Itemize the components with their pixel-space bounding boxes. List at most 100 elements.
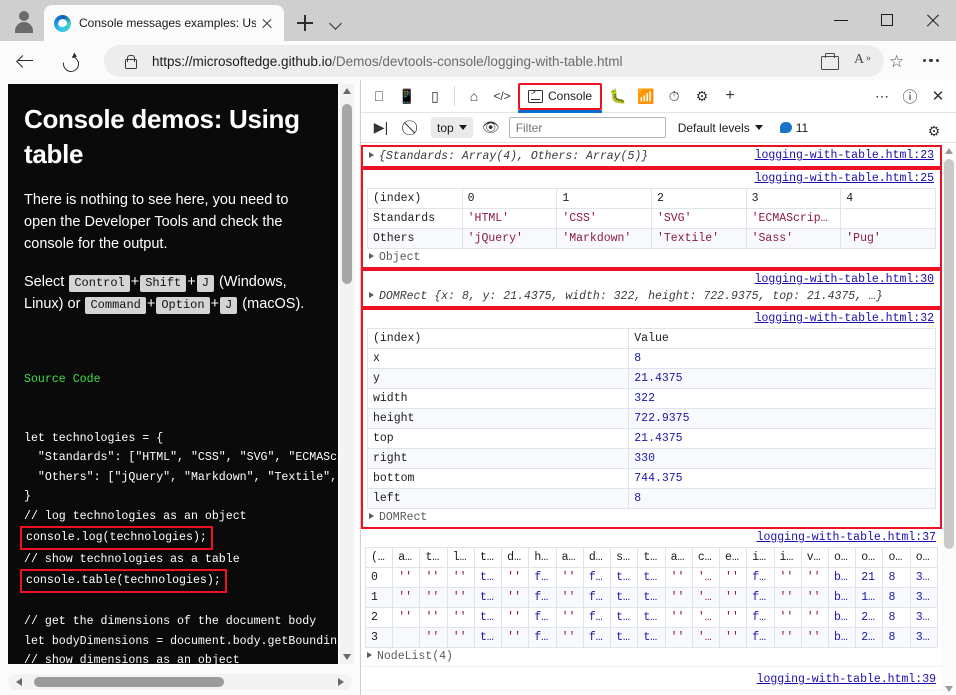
new-tab-button[interactable] bbox=[292, 10, 318, 36]
page-vertical-scrollbar[interactable] bbox=[340, 84, 354, 664]
more-options-dots-icon[interactable]: ⋯ bbox=[868, 83, 896, 109]
profile-button[interactable] bbox=[8, 5, 40, 37]
device-emulation-icon[interactable]: 📱 bbox=[393, 83, 421, 109]
expand-triangle-icon[interactable] bbox=[369, 292, 374, 298]
close-devtools-icon[interactable]: ✕ bbox=[924, 83, 952, 109]
filter-input[interactable] bbox=[508, 117, 666, 138]
source-link[interactable]: logging-with-table.html:32 bbox=[755, 312, 934, 325]
table-column-header[interactable]: o… bbox=[909, 547, 939, 568]
table-column-header[interactable]: d… bbox=[582, 547, 612, 568]
table-column-header[interactable]: 2 bbox=[650, 188, 747, 209]
eye-live-expression-icon[interactable]: 👁 bbox=[477, 115, 505, 141]
table-column-header[interactable]: o… bbox=[827, 547, 857, 568]
address-bar[interactable]: https://microsoftedge.github.io/Demos/de… bbox=[104, 45, 884, 77]
favorite-button[interactable]: ☆ bbox=[880, 45, 914, 77]
inspect-element-icon[interactable]: ⎕ bbox=[365, 83, 393, 109]
read-aloud-button[interactable]: A» bbox=[846, 45, 880, 77]
maximize-button[interactable] bbox=[864, 0, 910, 41]
browser-tab[interactable]: Console messages examples: Usi bbox=[44, 5, 284, 41]
clear-console-icon[interactable]: ⃠ bbox=[399, 115, 427, 141]
table-column-header[interactable]: 3 bbox=[745, 188, 842, 209]
table-footer-row[interactable]: Object bbox=[363, 249, 940, 267]
console-message[interactable]: DOMRect {x: 8, y: 21.4375, width: 322, h… bbox=[361, 269, 942, 308]
table-column-header[interactable]: Value bbox=[628, 328, 936, 349]
collections-button[interactable] bbox=[812, 45, 846, 77]
table-column-header[interactable]: t… bbox=[419, 547, 448, 568]
table-column-header[interactable]: t… bbox=[637, 547, 666, 568]
table-column-header[interactable]: 4 bbox=[840, 188, 936, 209]
source-link[interactable]: logging-with-table.html:30 bbox=[755, 273, 934, 286]
table-column-header[interactable]: i… bbox=[773, 547, 802, 568]
source-link[interactable]: logging-with-table.html:37 bbox=[757, 531, 936, 544]
scrollbar-thumb-horizontal[interactable] bbox=[34, 677, 224, 687]
settings-chip-icon[interactable]: ⚙ bbox=[688, 83, 716, 109]
close-icon[interactable] bbox=[256, 12, 278, 34]
expand-triangle-icon[interactable] bbox=[369, 152, 374, 158]
console-message[interactable]: (index) 0 1 2 3 4 Standards 'HTML' 'CSS' 'SVG' 'EC… bbox=[361, 168, 942, 269]
console-message[interactable]: logging-with-table.html:39 bbox=[361, 667, 942, 691]
network-wifi-icon[interactable]: 📶 bbox=[632, 83, 660, 109]
close-window-button[interactable] bbox=[910, 0, 956, 41]
console-sidebar-icon[interactable]: ▶| bbox=[367, 115, 395, 141]
scroll-down-arrow-icon[interactable] bbox=[945, 686, 953, 692]
table-column-header[interactable]: h… bbox=[528, 547, 557, 568]
console-message[interactable]: {Standards: Array(4), Others: Array(5)} l… bbox=[361, 145, 942, 168]
console-vertical-scrollbar[interactable] bbox=[942, 145, 956, 695]
scrollbar-thumb[interactable] bbox=[342, 104, 352, 284]
table-column-header[interactable]: o… bbox=[855, 547, 884, 568]
context-selector[interactable]: top bbox=[431, 117, 473, 138]
table-column-header[interactable]: 0 bbox=[461, 188, 558, 209]
source-link[interactable]: logging-with-table.html:23 bbox=[755, 149, 934, 162]
table-column-header[interactable]: i… bbox=[746, 547, 775, 568]
reload-button[interactable] bbox=[56, 49, 86, 79]
debugger-bug-icon[interactable]: 🐛 bbox=[604, 83, 632, 109]
home-icon[interactable]: ⌂ bbox=[460, 83, 488, 109]
scroll-down-arrow-icon[interactable] bbox=[343, 654, 351, 660]
tab-list-dropdown-button[interactable] bbox=[324, 10, 350, 36]
table-column-header[interactable]: 1 bbox=[556, 188, 652, 209]
performance-gauge-icon[interactable]: ⏱ bbox=[660, 83, 688, 109]
tab-console[interactable]: Console bbox=[518, 82, 603, 113]
object-preview-row[interactable]: DOMRect {x: 8, y: 21.4375, width: 322, h… bbox=[363, 287, 940, 306]
expand-triangle-icon[interactable] bbox=[367, 652, 372, 658]
table-column-header[interactable]: l… bbox=[446, 547, 475, 568]
table-column-header[interactable]: t… bbox=[473, 547, 503, 568]
table-column-header[interactable]: c… bbox=[691, 547, 721, 568]
expand-triangle-icon[interactable] bbox=[369, 513, 374, 519]
console-message[interactable]: (index) Value x 8 y 21.4375 width 322 height 722.… bbox=[361, 308, 942, 529]
minimize-button[interactable] bbox=[818, 0, 864, 41]
page-horizontal-scrollbar[interactable] bbox=[8, 674, 352, 690]
table-column-header[interactable]: (… bbox=[364, 547, 394, 568]
log-levels-dropdown[interactable]: Default levels bbox=[678, 121, 763, 135]
settings-more-button[interactable] bbox=[914, 45, 948, 77]
dock-side-icon[interactable]: ▯ bbox=[421, 83, 449, 109]
table-column-header[interactable]: a… bbox=[664, 547, 693, 568]
help-question-icon[interactable]: ⓘ bbox=[896, 83, 924, 109]
table-footer-row[interactable]: NodeList(4) bbox=[361, 648, 942, 666]
table-column-header[interactable]: v… bbox=[800, 547, 829, 568]
scroll-right-arrow-icon[interactable] bbox=[338, 678, 344, 686]
table-column-header[interactable]: a… bbox=[392, 547, 421, 568]
source-link[interactable]: logging-with-table.html:25 bbox=[755, 172, 934, 185]
lock-icon[interactable] bbox=[122, 53, 138, 69]
table-column-header[interactable]: (index) bbox=[366, 328, 630, 349]
add-tab-plus-icon[interactable]: + bbox=[716, 83, 744, 109]
table-column-header[interactable]: a… bbox=[555, 547, 584, 568]
table-column-header[interactable]: (index) bbox=[367, 188, 463, 209]
table-column-header[interactable]: o… bbox=[882, 547, 911, 568]
console-output[interactable]: {Standards: Array(4), Others: Array(5)} l… bbox=[361, 145, 956, 695]
scrollbar-thumb[interactable] bbox=[944, 159, 954, 549]
scroll-left-arrow-icon[interactable] bbox=[16, 678, 22, 686]
gear-icon[interactable]: ⚙ bbox=[920, 118, 948, 144]
sources-code-icon[interactable]: </> bbox=[488, 83, 516, 109]
table-column-header[interactable]: s… bbox=[610, 547, 639, 568]
scroll-up-arrow-icon[interactable] bbox=[945, 148, 953, 154]
scroll-up-arrow-icon[interactable] bbox=[343, 88, 351, 94]
back-button[interactable] bbox=[10, 49, 40, 79]
table-column-header[interactable]: e… bbox=[719, 547, 748, 568]
source-link[interactable]: logging-with-table.html:39 bbox=[757, 673, 936, 686]
console-message[interactable]: (… a… t… l… t… d… h… a… d… s… t… a… c… e… i… i… v… o… o… o…… bbox=[361, 529, 942, 667]
expand-triangle-icon[interactable] bbox=[369, 253, 374, 259]
table-column-header[interactable]: d… bbox=[501, 547, 530, 568]
table-footer-row[interactable]: DOMRect bbox=[363, 509, 940, 527]
